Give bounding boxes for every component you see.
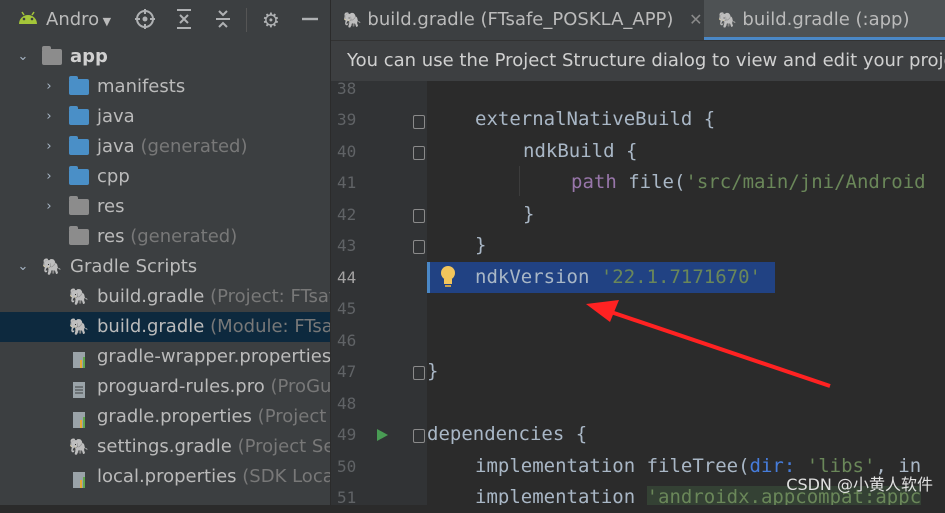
annotation-arrow [586,300,831,388]
watermark: CSDN @小黄人软件 [786,475,933,494]
